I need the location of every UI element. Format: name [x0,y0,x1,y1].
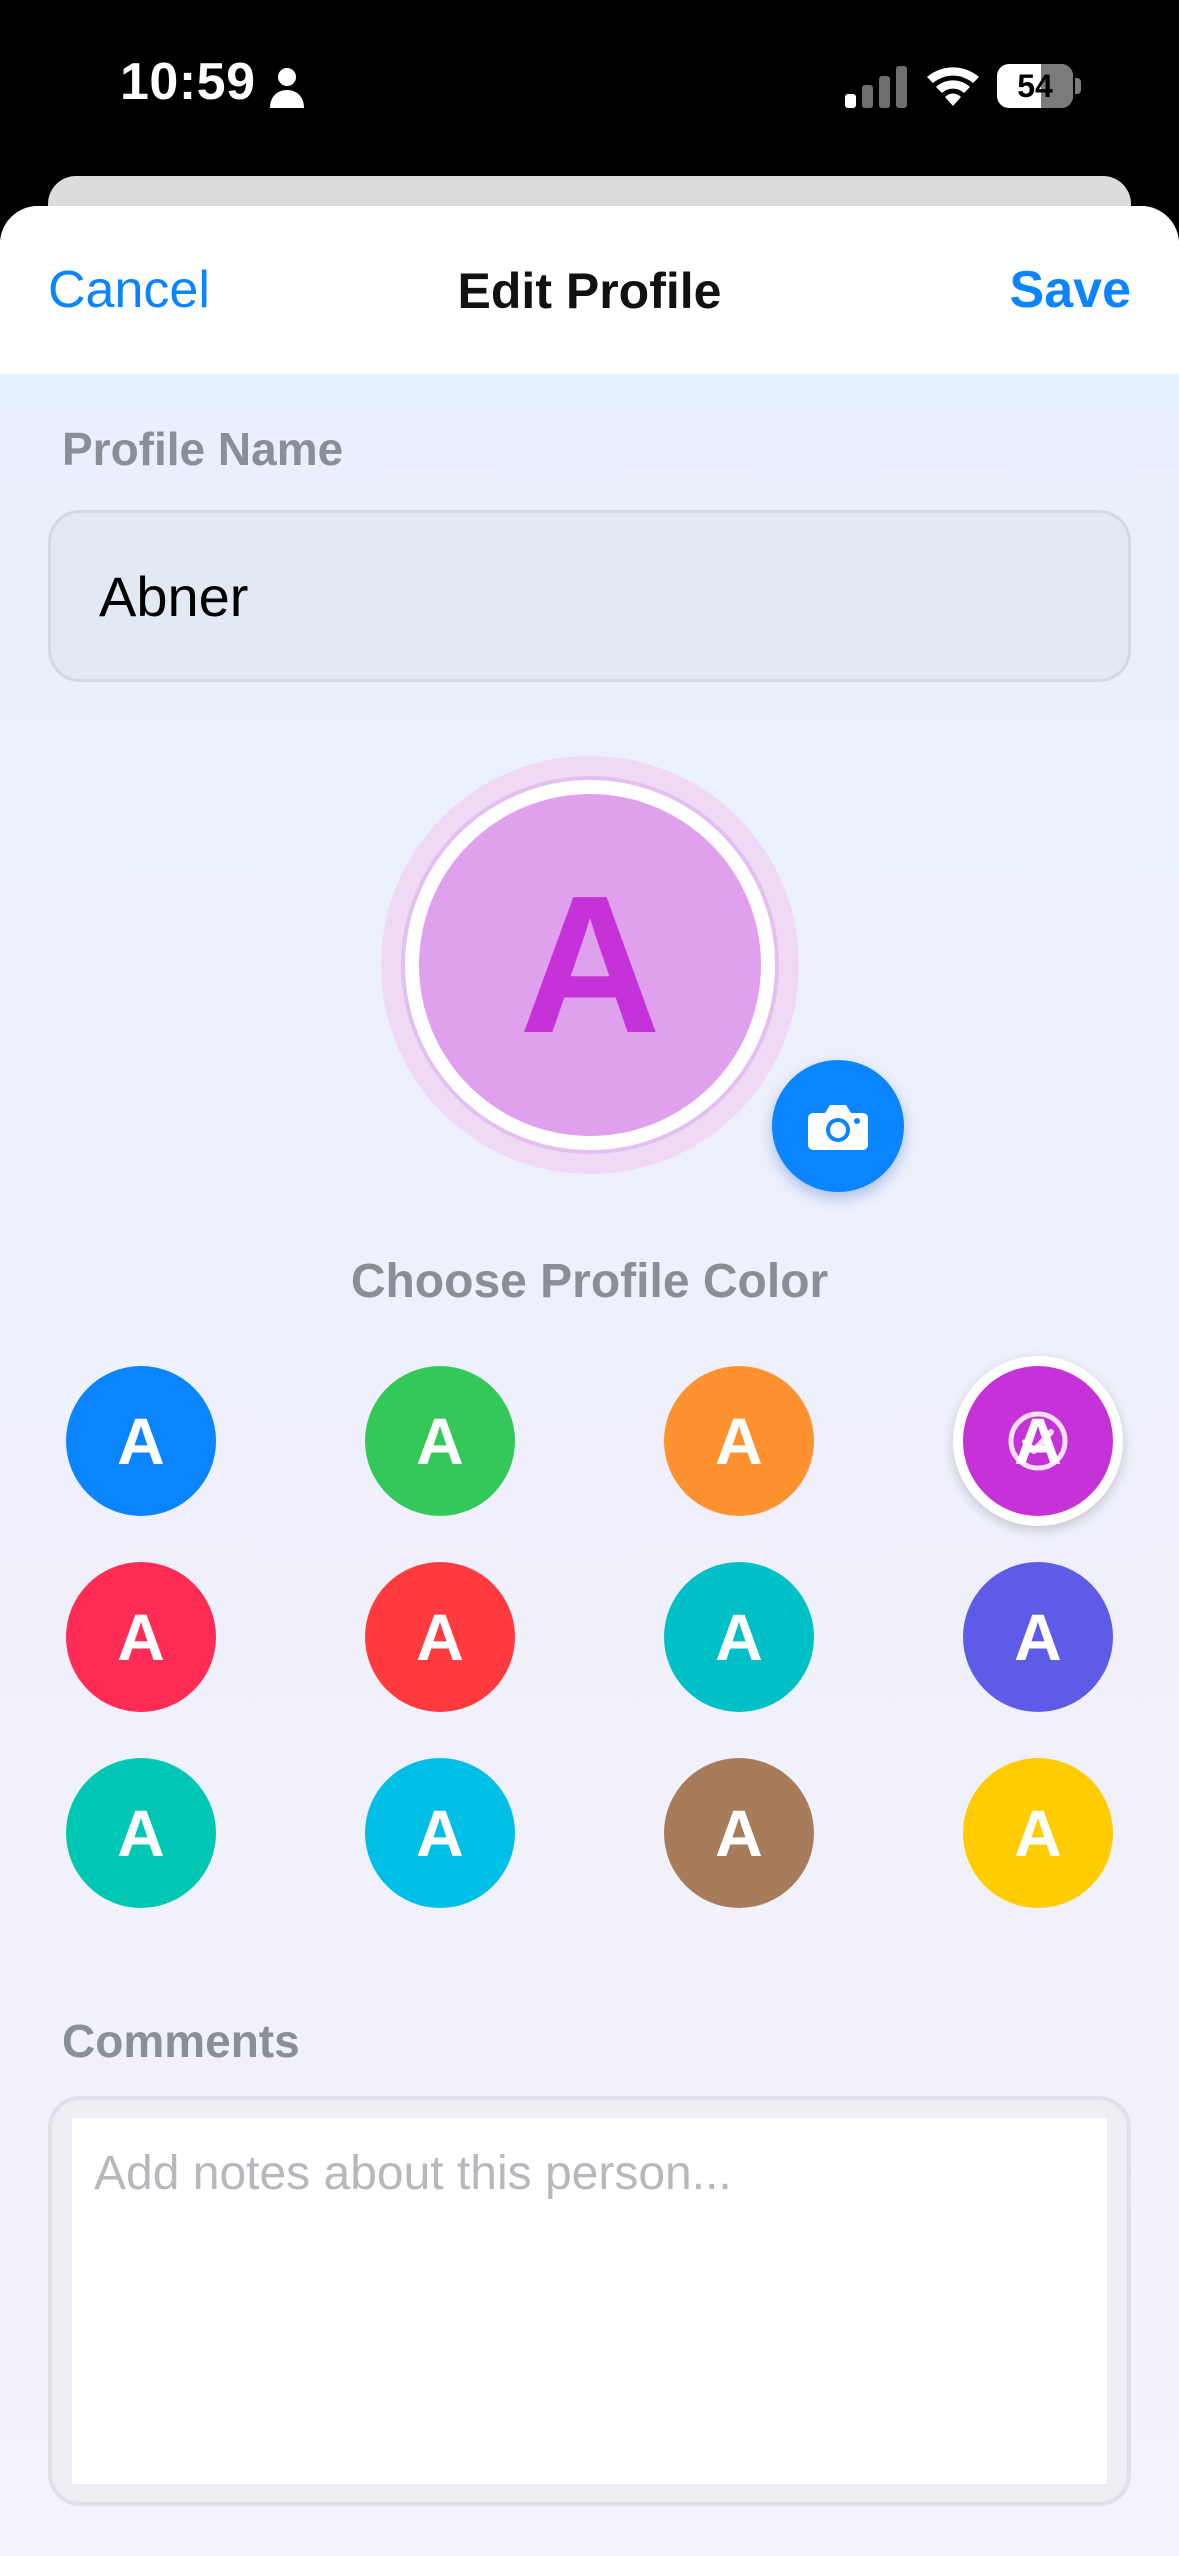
avatar-fill: A [419,794,761,1136]
color-swatch[interactable]: A [56,1356,226,1526]
choose-color-title: Choose Profile Color [350,1255,829,1308]
person-icon [270,68,304,108]
profile-name-label: Profile Name [62,423,344,475]
color-swatch-fill: A [66,1758,216,1908]
swatch-letter: A [117,1600,165,1674]
color-swatch-fill: A [365,1366,515,1516]
profile-name-field[interactable] [48,510,1131,682]
color-swatch[interactable]: A [56,1552,226,1722]
edit-profile-sheet: Cancel Edit Profile Save Profile Name A … [0,206,1179,2556]
cellular-signal-icon [845,66,907,108]
swatch-letter: A [1014,1796,1062,1870]
comments-input[interactable] [72,2118,1107,2484]
change-photo-button[interactable] [772,1060,904,1192]
color-swatch-fill: A [664,1366,814,1516]
color-swatch-fill: A [963,1562,1113,1712]
swatch-letter: A [117,1404,165,1478]
checkmark-icon [1008,1411,1068,1471]
color-swatch[interactable]: A [56,1748,226,1918]
color-swatch-fill: A [365,1562,515,1712]
color-swatch[interactable]: A [654,1356,824,1526]
nav-bar: Cancel Edit Profile Save [0,206,1179,374]
swatch-letter: A [416,1796,464,1870]
color-grid: A A A A A A A A A A A A [56,1356,1123,1918]
status-bar: 10:59 54 [0,0,1179,180]
color-swatch-fill: A [664,1562,814,1712]
color-swatch-fill: A [66,1366,216,1516]
page-title: Edit Profile [457,263,722,319]
comments-box [48,2096,1131,2506]
color-swatch-fill: A [963,1758,1113,1908]
wifi-icon [927,67,979,106]
color-swatch-fill: A [365,1758,515,1908]
color-swatch[interactable]: A [953,1356,1123,1526]
color-swatch[interactable]: A [355,1356,525,1526]
color-swatch[interactable]: A [355,1552,525,1722]
battery-icon: 54 [997,64,1081,108]
camera-icon [808,1105,868,1150]
swatch-letter: A [715,1404,763,1478]
swatch-letter: A [416,1404,464,1478]
swatch-letter: A [715,1600,763,1674]
profile-name-input[interactable] [99,513,1079,679]
color-swatch[interactable]: A [654,1748,824,1918]
color-swatch-fill: A [963,1366,1113,1516]
avatar[interactable]: A [405,780,775,1150]
save-button[interactable]: Save [1010,260,1131,320]
status-time: 10:59 [120,53,256,111]
color-swatch[interactable]: A [953,1552,1123,1722]
swatch-letter: A [715,1796,763,1870]
swatch-letter: A [416,1600,464,1674]
color-swatch-fill: A [664,1758,814,1908]
battery-level: 54 [1017,68,1053,104]
swatch-letter: A [117,1796,165,1870]
color-swatch[interactable]: A [953,1748,1123,1918]
color-swatch-fill: A [66,1562,216,1712]
color-swatch[interactable]: A [654,1552,824,1722]
comments-label: Comments [62,2015,300,2067]
avatar-letter: A [519,855,661,1074]
color-swatch[interactable]: A [355,1748,525,1918]
swatch-letter: A [1014,1600,1062,1674]
